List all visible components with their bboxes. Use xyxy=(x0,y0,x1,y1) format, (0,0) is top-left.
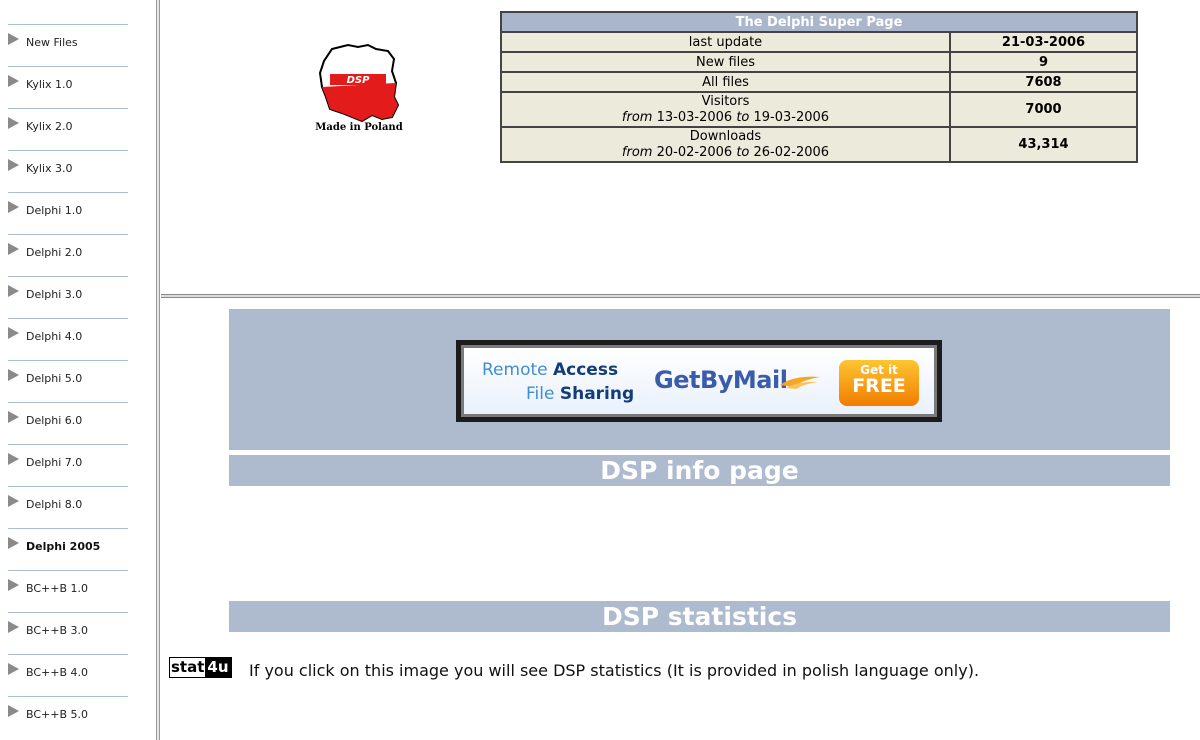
triangle-right-icon xyxy=(8,453,19,465)
logo-caption: Made in Poland xyxy=(315,122,403,133)
sidebar-item-label: Kylix 3.0 xyxy=(26,162,73,175)
all-files-value: 7608 xyxy=(949,71,1138,93)
triangle-right-icon xyxy=(8,579,19,591)
sidebar-item-bc-b-4-0[interactable]: BC++B 4.0 xyxy=(8,654,128,695)
triangle-right-icon xyxy=(8,537,19,549)
sidebar-item-label: Delphi 1.0 xyxy=(26,204,83,217)
sidebar-item-label: Delphi 8.0 xyxy=(26,498,83,511)
ad-line-1: Remote Access xyxy=(482,360,618,380)
sidebar-item-delphi-2005[interactable]: Delphi 2005 xyxy=(8,528,128,569)
sidebar-item-delphi-8-0[interactable]: Delphi 8.0 xyxy=(8,486,128,527)
triangle-right-icon xyxy=(8,285,19,297)
sidebar-item-label: BC++B 3.0 xyxy=(26,624,89,637)
visitors-from: 13-03-2006 xyxy=(656,109,733,125)
visitors-label: Visitors xyxy=(701,93,750,109)
sidebar-item-delphi-5-0[interactable]: Delphi 5.0 xyxy=(8,360,128,401)
sidebar-item-bc-b-3-0[interactable]: BC++B 3.0 xyxy=(8,612,128,653)
ad-line-2: File Sharing xyxy=(526,384,634,404)
triangle-right-icon xyxy=(8,327,19,339)
visitors-cell: Visitors from 13-03-2006 to 19-03-2006 xyxy=(500,91,951,128)
visitors-to: 19-03-2006 xyxy=(753,109,830,125)
triangle-right-icon xyxy=(8,663,19,675)
info-page-heading: DSP info page xyxy=(229,455,1170,486)
downloads-cell: Downloads from 20-02-2006 to 26-02-2006 xyxy=(500,126,951,163)
all-files-label: All files xyxy=(500,71,951,93)
sidebar-item-label: Delphi 2.0 xyxy=(26,246,83,259)
triangle-right-icon xyxy=(8,201,19,213)
sidebar-item-kylix-2-0[interactable]: Kylix 2.0 xyxy=(8,108,128,149)
downloads-to-word: to xyxy=(736,144,750,160)
stats-table-title: The Delphi Super Page xyxy=(500,11,1138,33)
statistics-description: If you click on this image you will see … xyxy=(249,661,980,680)
sidebar-item-bc-b-1-0[interactable]: BC++B 1.0 xyxy=(8,570,128,611)
last-update-label: last update xyxy=(500,31,951,53)
sidebar-item-delphi-4-0[interactable]: Delphi 4.0 xyxy=(8,318,128,359)
sidebar-item-kylix-3-0[interactable]: Kylix 3.0 xyxy=(8,150,128,191)
triangle-right-icon xyxy=(8,159,19,171)
ad-brand: GetByMail xyxy=(654,366,788,394)
stat4u-logo[interactable]: stat 4u xyxy=(169,657,232,678)
triangle-right-icon xyxy=(8,411,19,423)
triangle-right-icon xyxy=(8,243,19,255)
sidebar-item-label: Kylix 1.0 xyxy=(26,78,73,91)
new-files-label: New files xyxy=(500,51,951,73)
sidebar: New Files Kylix 1.0 Kylix 2.0 Kylix 3.0 Delp… xyxy=(0,0,156,740)
visitors-value: 7000 xyxy=(949,91,1138,128)
wing-icon xyxy=(780,376,820,389)
sidebar-item-new-files[interactable]: New Files xyxy=(8,24,128,65)
ad-file: File xyxy=(526,384,555,404)
stat4u-logo-right: 4u xyxy=(205,658,231,677)
sidebar-item-delphi-2-0[interactable]: Delphi 2.0 xyxy=(8,234,128,275)
ad-remote: Remote xyxy=(482,360,548,380)
last-update-value: 21-03-2006 xyxy=(949,31,1138,53)
sidebar-item-bc-b-5-0[interactable]: BC++B 5.0 xyxy=(8,696,128,737)
downloads-from-word: from xyxy=(621,144,653,160)
downloads-to: 26-02-2006 xyxy=(753,144,830,160)
sidebar-item-label: Delphi 7.0 xyxy=(26,456,83,469)
stats-table: The Delphi Super Page last update 21-03-… xyxy=(500,11,1138,163)
ad-face: Remote Access File Sharing GetByMail Get… xyxy=(464,348,934,414)
sidebar-item-label: Delphi 5.0 xyxy=(26,372,83,385)
triangle-right-icon xyxy=(8,495,19,507)
ad-frame: Remote Access File Sharing GetByMail Get… xyxy=(461,345,937,417)
sidebar-item-label: Delphi 4.0 xyxy=(26,330,83,343)
triangle-right-icon xyxy=(8,75,19,87)
svg-text:DSP: DSP xyxy=(347,75,371,86)
sidebar-item-delphi-3-0[interactable]: Delphi 3.0 xyxy=(8,276,128,317)
stat4u-logo-left: stat xyxy=(170,658,206,677)
sidebar-item-delphi-1-0[interactable]: Delphi 1.0 xyxy=(8,192,128,233)
sidebar-item-label: BC++B 5.0 xyxy=(26,708,89,721)
sidebar-item-label: Delphi 6.0 xyxy=(26,414,83,427)
sidebar-item-label: BC++B 4.0 xyxy=(26,666,89,679)
triangle-right-icon xyxy=(8,33,19,45)
frame-splitter-vertical[interactable] xyxy=(156,0,160,740)
sidebar-item-label: Delphi 2005 xyxy=(26,540,101,553)
sidebar-item-kylix-1-0[interactable]: Kylix 1.0 xyxy=(8,66,128,107)
visitors-from-word: from xyxy=(621,109,653,125)
sidebar-item-label: Kylix 2.0 xyxy=(26,120,73,133)
get-it-free-button[interactable]: Get it FREE xyxy=(839,360,919,406)
downloads-from: 20-02-2006 xyxy=(656,144,733,160)
downloads-label: Downloads xyxy=(689,128,762,144)
cta-large: FREE xyxy=(852,375,906,397)
sidebar-item-delphi-6-0[interactable]: Delphi 6.0 xyxy=(8,402,128,443)
statistics-heading: DSP statistics xyxy=(229,601,1170,632)
triangle-right-icon xyxy=(8,117,19,129)
new-files-value: 9 xyxy=(949,51,1138,73)
ad-sharing: Sharing xyxy=(559,384,635,404)
downloads-value: 43,314 xyxy=(949,126,1138,163)
triangle-right-icon xyxy=(8,369,19,381)
triangle-right-icon xyxy=(8,705,19,717)
triangle-right-icon xyxy=(8,621,19,633)
sidebar-item-label: New Files xyxy=(26,36,78,49)
ad-access: Access xyxy=(553,360,619,380)
sidebar-item-delphi-7-0[interactable]: Delphi 7.0 xyxy=(8,444,128,485)
sidebar-item-label: Delphi 3.0 xyxy=(26,288,83,301)
ad-banner[interactable]: Remote Access File Sharing GetByMail Get… xyxy=(456,340,942,422)
visitors-to-word: to xyxy=(736,109,750,125)
sidebar-item-label: BC++B 1.0 xyxy=(26,582,89,595)
